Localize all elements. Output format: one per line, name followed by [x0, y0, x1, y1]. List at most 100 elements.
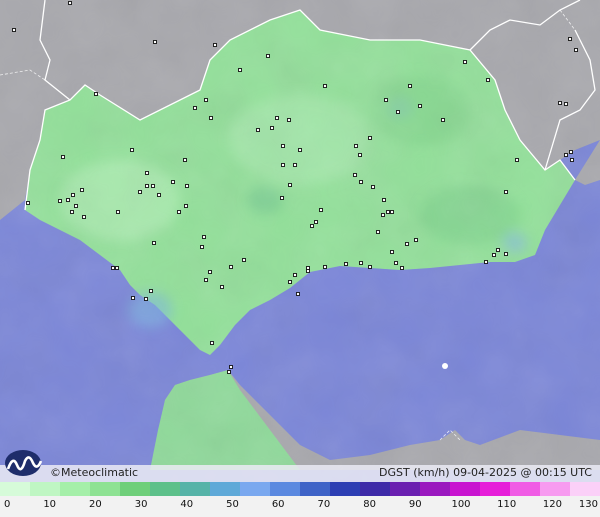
meteoclimatic-logo-icon — [5, 450, 43, 476]
station-marker — [287, 118, 291, 122]
color-scale-swatch — [480, 482, 511, 496]
station-marker — [568, 37, 572, 41]
color-scale-swatch — [180, 482, 211, 496]
station-marker — [220, 285, 224, 289]
wind-gust-map — [0, 0, 600, 517]
station-marker — [200, 245, 204, 249]
station-marker — [296, 292, 300, 296]
scale-tick-label: 80 — [363, 499, 376, 510]
station-marker — [12, 28, 16, 32]
station-marker — [359, 261, 363, 265]
color-scale-swatch — [150, 482, 181, 496]
scale-tick-label: 130 — [578, 499, 598, 510]
station-marker — [386, 210, 390, 214]
color-scale-swatch — [450, 482, 481, 496]
station-marker — [441, 118, 445, 122]
scale-tick-label: 70 — [317, 499, 331, 510]
station-marker — [280, 196, 284, 200]
station-marker — [193, 106, 197, 110]
station-marker — [390, 250, 394, 254]
station-marker — [390, 210, 394, 214]
station-marker — [492, 253, 496, 257]
color-scale-swatch — [30, 482, 61, 496]
station-marker — [149, 289, 153, 293]
station-marker — [275, 116, 279, 120]
color-scale-swatch — [510, 482, 541, 496]
station-marker — [371, 185, 375, 189]
station-marker — [171, 180, 175, 184]
station-marker — [210, 341, 214, 345]
station-marker — [213, 43, 217, 47]
station-marker — [281, 163, 285, 167]
station-marker — [61, 155, 65, 159]
station-marker — [293, 273, 297, 277]
color-scale-swatch — [270, 482, 301, 496]
alboran-islet — [442, 363, 448, 369]
station-marker — [68, 1, 72, 5]
station-marker — [111, 266, 115, 270]
station-marker — [185, 184, 189, 188]
station-marker — [94, 92, 98, 96]
color-scale-swatch — [420, 482, 451, 496]
station-marker — [238, 68, 242, 72]
station-marker — [504, 190, 508, 194]
station-marker — [319, 208, 323, 212]
station-marker — [310, 224, 314, 228]
color-scale-bar — [0, 482, 600, 496]
product-label: DGST (km/h) 09-04-2025 @ 00:15 UTC — [379, 466, 592, 479]
station-marker — [358, 153, 362, 157]
scale-tick-label: 120 — [542, 499, 562, 510]
station-marker — [82, 215, 86, 219]
station-marker — [151, 184, 155, 188]
scale-tick-label: 40 — [180, 499, 194, 510]
station-marker — [344, 262, 348, 266]
station-marker — [353, 173, 357, 177]
station-marker — [209, 116, 213, 120]
station-marker — [266, 54, 270, 58]
station-marker — [564, 102, 568, 106]
station-marker — [515, 158, 519, 162]
station-marker — [414, 238, 418, 242]
station-marker — [293, 163, 297, 167]
color-scale-swatch — [330, 482, 361, 496]
station-marker — [486, 78, 490, 82]
station-marker — [306, 269, 310, 273]
color-scale-swatch — [0, 482, 31, 496]
credit-text: ©Meteoclimatic — [50, 466, 139, 479]
color-scale-ticks: 0 10 20 30 40 50 60 70 80 90 100 110 120 130 — [0, 496, 600, 517]
station-marker — [463, 60, 467, 64]
station-marker — [204, 98, 208, 102]
scale-tick-label: 50 — [226, 499, 239, 510]
station-marker — [157, 193, 161, 197]
station-marker — [208, 270, 212, 274]
station-marker — [323, 265, 327, 269]
station-marker — [71, 193, 75, 197]
station-marker — [558, 101, 562, 105]
station-marker — [504, 252, 508, 256]
color-scale-swatch — [120, 482, 151, 496]
color-scale-swatch — [300, 482, 331, 496]
station-marker — [496, 248, 500, 252]
station-marker — [288, 183, 292, 187]
station-marker — [204, 278, 208, 282]
station-marker — [144, 297, 148, 301]
station-marker — [564, 153, 568, 157]
station-marker — [256, 128, 260, 132]
station-marker — [131, 296, 135, 300]
station-marker — [130, 148, 134, 152]
station-marker — [569, 150, 573, 154]
station-marker — [314, 220, 318, 224]
station-marker — [298, 148, 302, 152]
station-marker — [138, 190, 142, 194]
scale-tick-label: 100 — [451, 499, 471, 510]
station-marker — [116, 210, 120, 214]
station-marker — [66, 198, 70, 202]
station-marker — [145, 171, 149, 175]
station-marker — [115, 266, 119, 270]
station-marker — [396, 110, 400, 114]
station-marker — [574, 48, 578, 52]
scale-tick-label: 60 — [271, 499, 285, 510]
color-scale-swatch — [210, 482, 241, 496]
station-marker — [354, 144, 358, 148]
color-scale-swatch — [90, 482, 121, 496]
